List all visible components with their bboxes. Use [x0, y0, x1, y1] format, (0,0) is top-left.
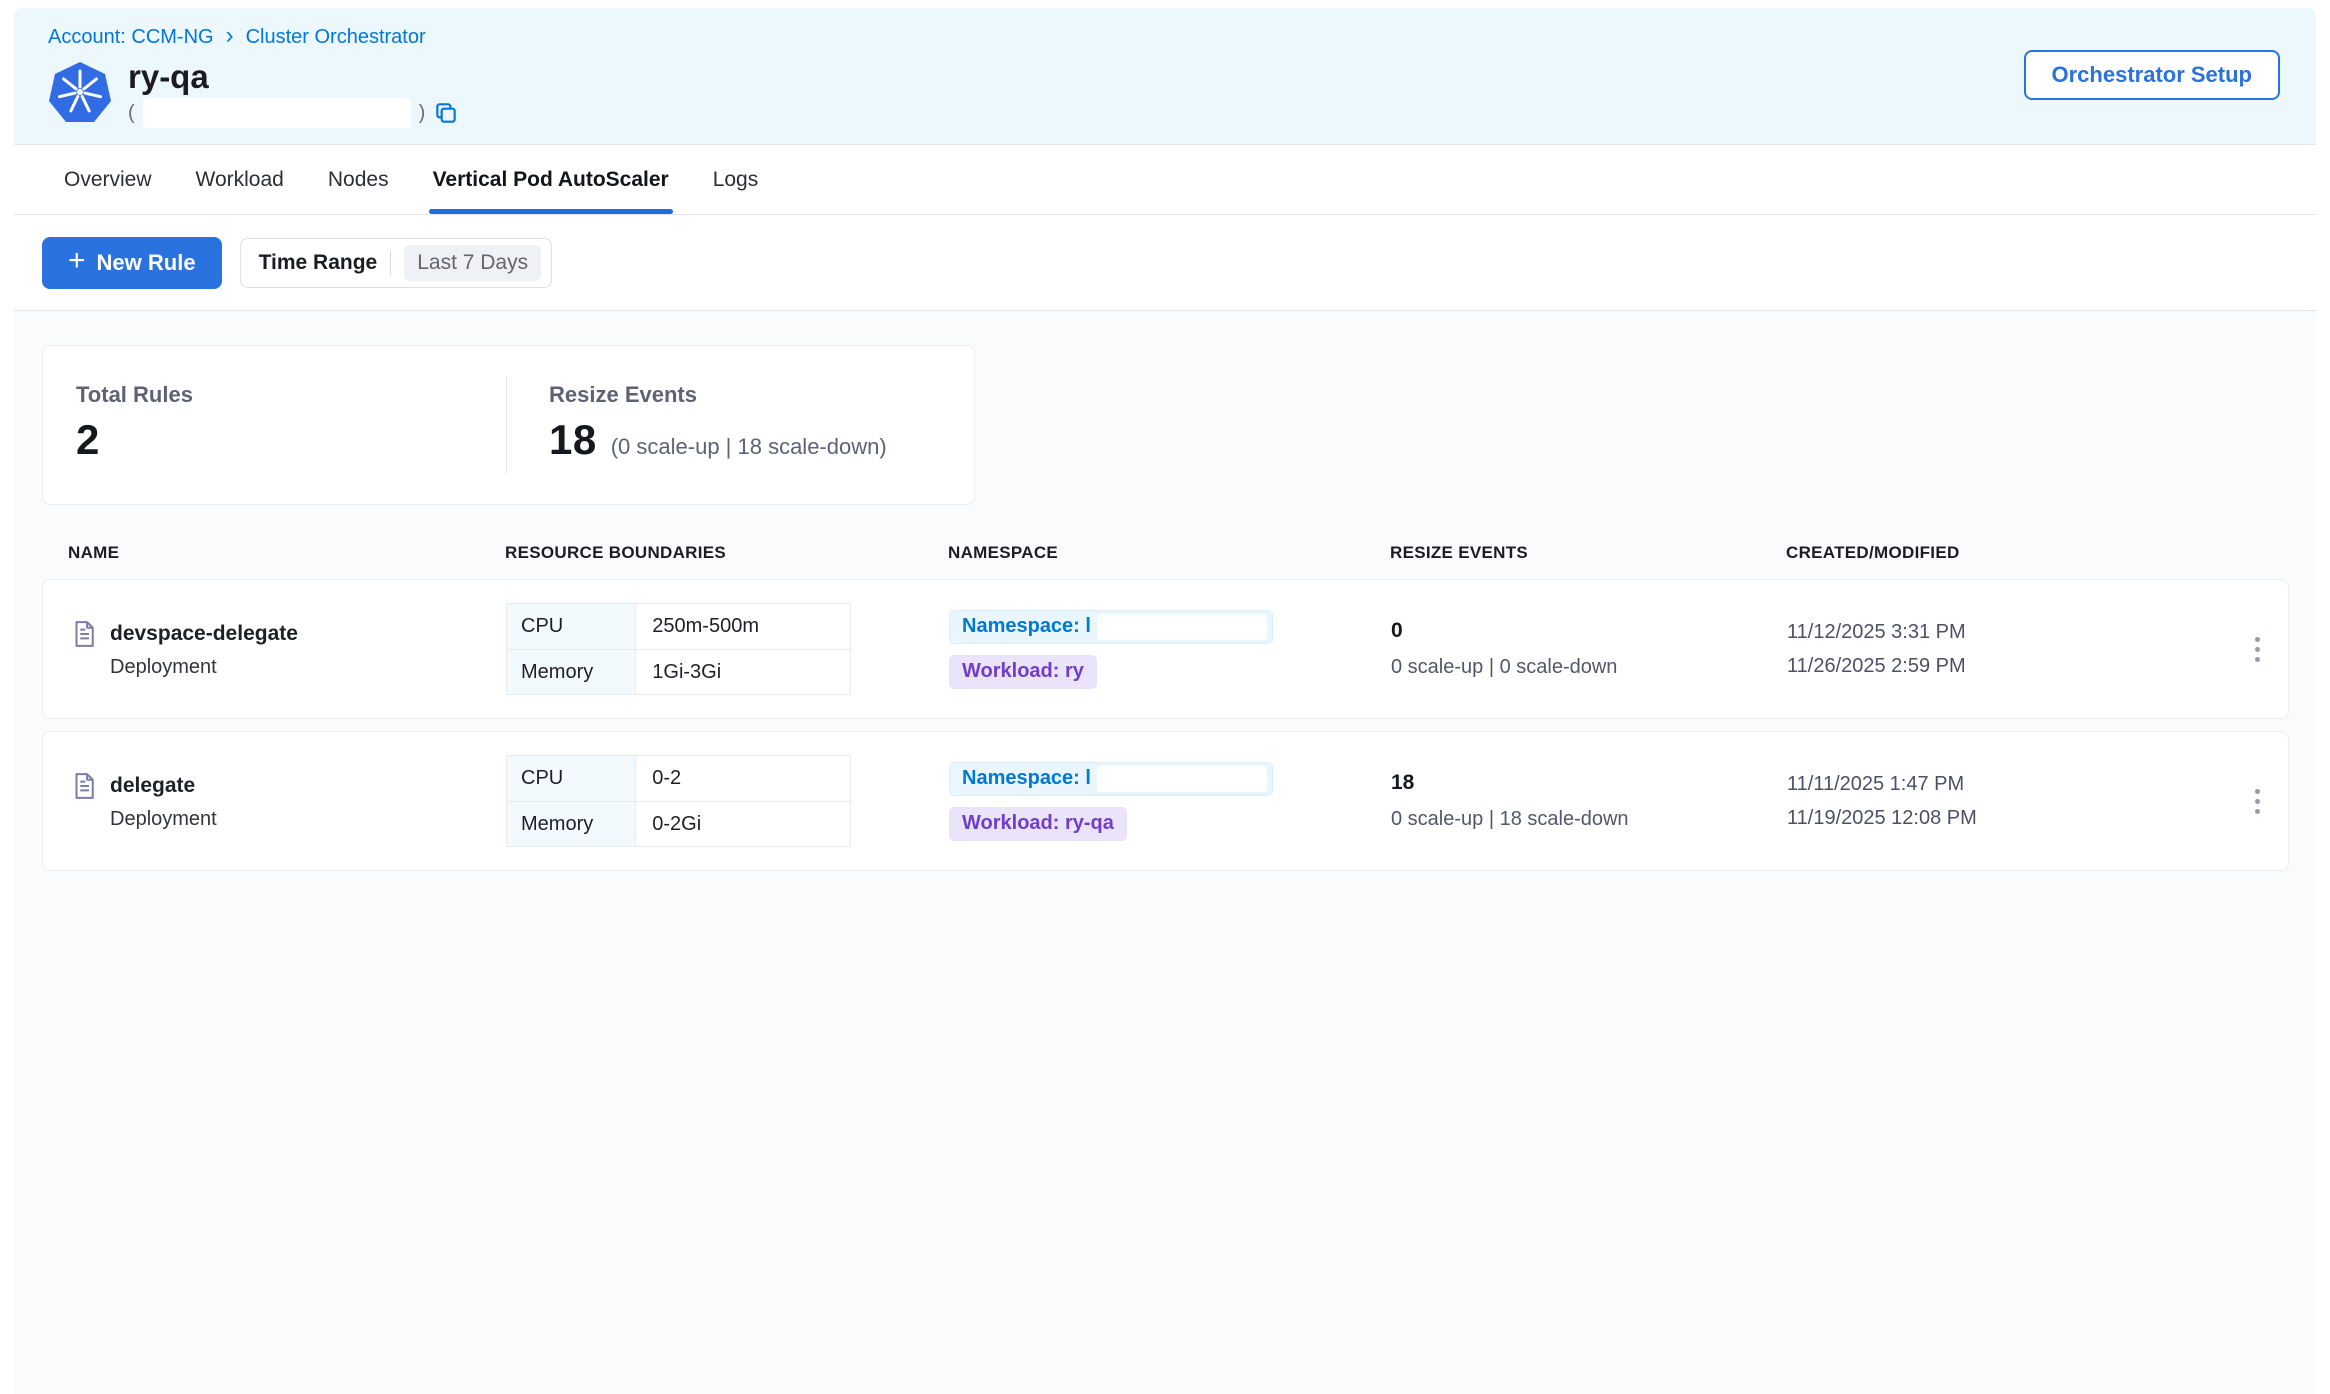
table-header: NAME RESOURCE BOUNDARIES NAMESPACE RESIZ… [42, 543, 2289, 563]
resize-events-value: 18 [549, 416, 597, 464]
column-header-resize-events: RESIZE EVENTS [1390, 543, 1786, 563]
plus-icon: + [68, 246, 86, 279]
column-header-resource-boundaries: RESOURCE BOUNDARIES [505, 543, 948, 563]
namespace-cell: Namespace: l Workload: ry-qa [949, 762, 1391, 841]
namespace-link[interactable]: Namespace: l [949, 610, 1273, 644]
table-row: devspace-delegate Deployment CPU 250m-50… [42, 579, 2289, 719]
breadcrumb: Account: CCM-NG › Cluster Orchestrator [48, 24, 2286, 51]
rule-kind: Deployment [110, 808, 506, 831]
created-modified-cell: 11/12/2025 3:31 PM 11/26/2025 2:59 PM [1787, 615, 2247, 683]
cluster-id-open-paren: ( [128, 102, 135, 125]
cpu-label: CPU [507, 756, 636, 801]
namespace-text: Namespace: l [962, 615, 1091, 638]
workload-badge: Workload: ry-qa [949, 807, 1127, 841]
memory-label: Memory [507, 650, 636, 694]
table-row: delegate Deployment CPU 0-2 Memory 0-2Gi [42, 731, 2289, 871]
total-rules-stat: Total Rules 2 [43, 346, 506, 504]
document-icon [69, 771, 99, 801]
new-rule-label: New Rule [97, 250, 196, 276]
namespace-link[interactable]: Namespace: l [949, 762, 1273, 796]
cpu-value: 250m-500m [636, 604, 850, 649]
resize-count: 18 [1391, 771, 1787, 795]
document-icon [69, 619, 99, 649]
rule-name-cell: delegate Deployment [69, 771, 506, 831]
resize-count: 0 [1391, 619, 1787, 643]
time-range-label: Time Range [259, 251, 378, 275]
resize-events-label: Resize Events [549, 382, 887, 408]
resize-detail: 0 scale-up | 18 scale-down [1391, 808, 1787, 831]
page: Account: CCM-NG › Cluster Orchestrator [0, 0, 2330, 1394]
workload-badge: Workload: ry [949, 655, 1097, 689]
resize-events-cell: 18 0 scale-up | 18 scale-down [1391, 771, 1787, 831]
column-header-namespace: NAMESPACE [948, 543, 1390, 563]
resource-boundaries-cell: CPU 0-2 Memory 0-2Gi [506, 755, 949, 847]
cluster-id-redacted [143, 98, 411, 128]
breadcrumb-cluster-orchestrator-link[interactable]: Cluster Orchestrator [246, 26, 426, 49]
toolbar: + New Rule Time Range Last 7 Days [14, 215, 2316, 311]
total-rules-label: Total Rules [76, 382, 506, 408]
chevron-right-icon: › [226, 24, 234, 51]
content-area: Total Rules 2 Resize Events 18 (0 scale-… [14, 311, 2316, 1394]
tab-logs[interactable]: Logs [713, 145, 759, 214]
app-container: Account: CCM-NG › Cluster Orchestrator [14, 8, 2316, 1394]
breadcrumb-account-link[interactable]: Account: CCM-NG [48, 26, 214, 49]
time-range-value: Last 7 Days [404, 245, 541, 281]
row-menu-kebab-icon[interactable] [2247, 779, 2268, 824]
cpu-label: CPU [507, 604, 636, 649]
created-date: 11/12/2025 3:31 PM [1787, 615, 2247, 649]
rule-name: devspace-delegate [110, 622, 298, 646]
copy-icon[interactable] [433, 100, 459, 126]
column-header-created-modified: CREATED/MODIFIED [1786, 543, 2246, 563]
resize-detail: 0 scale-up | 0 scale-down [1391, 656, 1787, 679]
resize-events-cell: 0 0 scale-up | 0 scale-down [1391, 619, 1787, 679]
memory-label: Memory [507, 802, 636, 846]
memory-value: 0-2Gi [636, 802, 850, 846]
namespace-redacted [1097, 614, 1267, 640]
created-date: 11/11/2025 1:47 PM [1787, 767, 2247, 801]
rule-name-cell: devspace-delegate Deployment [69, 619, 506, 679]
rule-name: delegate [110, 774, 195, 798]
modified-date: 11/26/2025 2:59 PM [1787, 649, 2247, 683]
tab-bar: Overview Workload Nodes Vertical Pod Aut… [14, 145, 2316, 215]
tab-workload[interactable]: Workload [196, 145, 284, 214]
cluster-title-row: ry-qa ( ) [48, 59, 2286, 128]
namespace-text: Namespace: l [962, 767, 1091, 790]
new-rule-button[interactable]: + New Rule [42, 237, 222, 289]
cluster-id-line: ( ) [128, 98, 459, 128]
row-menu-kebab-icon[interactable] [2247, 627, 2268, 672]
memory-value: 1Gi-3Gi [636, 650, 850, 694]
modified-date: 11/19/2025 12:08 PM [1787, 801, 2247, 835]
cluster-id-close-paren: ) [419, 102, 426, 125]
summary-card: Total Rules 2 Resize Events 18 (0 scale-… [42, 345, 975, 505]
column-header-name: NAME [68, 543, 505, 563]
cluster-title-block: ry-qa ( ) [128, 59, 459, 128]
rule-kind: Deployment [110, 656, 506, 679]
tab-vertical-pod-autoscaler[interactable]: Vertical Pod AutoScaler [433, 145, 669, 214]
resize-events-detail: (0 scale-up | 18 scale-down) [611, 434, 887, 460]
kubernetes-icon [48, 59, 112, 123]
namespace-redacted [1097, 766, 1267, 792]
cpu-value: 0-2 [636, 756, 850, 801]
tab-nodes[interactable]: Nodes [328, 145, 389, 214]
resize-events-value-row: 18 (0 scale-up | 18 scale-down) [549, 416, 887, 464]
time-range-divider [390, 250, 391, 276]
total-rules-value: 2 [76, 416, 506, 464]
time-range-picker[interactable]: Time Range Last 7 Days [240, 238, 553, 288]
page-title: ry-qa [128, 59, 459, 95]
created-modified-cell: 11/11/2025 1:47 PM 11/19/2025 12:08 PM [1787, 767, 2247, 835]
orchestrator-setup-button[interactable]: Orchestrator Setup [2024, 50, 2281, 100]
tab-overview[interactable]: Overview [64, 145, 152, 214]
resize-events-stat: Resize Events 18 (0 scale-up | 18 scale-… [507, 346, 887, 504]
cluster-header: Account: CCM-NG › Cluster Orchestrator [14, 8, 2316, 145]
namespace-cell: Namespace: l Workload: ry [949, 610, 1391, 689]
resource-boundaries-cell: CPU 250m-500m Memory 1Gi-3Gi [506, 603, 949, 695]
